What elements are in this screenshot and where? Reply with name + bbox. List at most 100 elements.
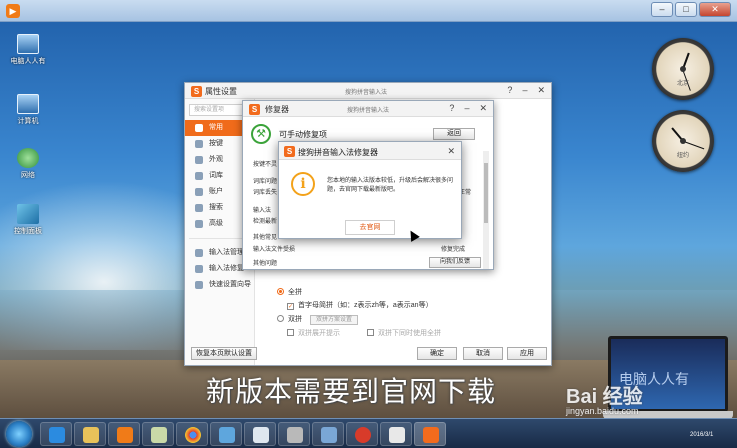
shuangpin-option[interactable]: 双拼 双拼方案设置 <box>277 314 358 325</box>
shuangpin-full-option[interactable]: 双拼下同时使用全拼 <box>367 328 441 338</box>
dialog-titlebar: S 搜狗拼音输入法修复器 ✕ <box>279 142 461 160</box>
taskbar-media[interactable] <box>108 422 140 446</box>
taskbar-app11[interactable] <box>380 422 412 446</box>
repair-row: 输入法 <box>253 208 272 214</box>
window-titlebar: ▶ – □ ✕ <box>0 0 737 22</box>
scroll-thumb[interactable] <box>484 163 488 223</box>
repair-row: 其他常见 <box>253 235 278 241</box>
desktop-icon-label: 网络 <box>21 172 35 179</box>
desktop-icon-computer[interactable]: 电脑人人有 <box>8 34 48 66</box>
taskbar-chrome[interactable] <box>176 422 208 446</box>
desktop-icon-control-panel[interactable]: 控制面板 <box>8 204 48 236</box>
full-pinyin-option[interactable]: 全拼 <box>277 287 302 297</box>
taskbar-app10[interactable] <box>346 422 378 446</box>
settings-footer: 恢复本页默认设置 确定 取消 应用 <box>189 345 549 363</box>
document-icon <box>253 427 269 443</box>
taskbar-app9[interactable] <box>312 422 344 446</box>
taskbar-date: 2016/3/1 <box>690 432 714 438</box>
maximize-button[interactable]: □ <box>675 2 697 17</box>
appearance-icon <box>195 156 203 164</box>
taskbar-app7[interactable] <box>244 422 276 446</box>
app-icon <box>321 427 337 443</box>
close-icon[interactable]: ✕ <box>479 103 487 114</box>
taskbar-ie[interactable] <box>40 422 72 446</box>
clock-gadget-2[interactable]: 纽约 <box>652 110 714 172</box>
wrench-icon: ⚒ <box>251 124 271 144</box>
minimize-button[interactable]: – <box>651 2 673 17</box>
baidu-watermark-url: jingyan.baidu.com <box>566 406 639 416</box>
full-pinyin-label: 全拼 <box>288 289 302 296</box>
video-caption: 新版本需要到官网下载 <box>206 375 497 408</box>
full-pinyin-radio[interactable] <box>277 288 284 295</box>
help-icon[interactable]: ? <box>507 85 512 96</box>
control-panel-icon <box>17 204 39 224</box>
repair-title: 修复器 <box>265 105 289 114</box>
taskbar-sogou[interactable] <box>414 422 446 446</box>
settings-search-input[interactable]: 搜索设置项 <box>189 104 250 116</box>
repair-scrollbar[interactable] <box>483 151 489 269</box>
upgrade-dialog: S 搜狗拼音输入法修复器 ✕ i 您本地的输入法版本较低，升级后会解决很多问题，… <box>278 141 462 239</box>
nav-label: 词库 <box>209 172 223 179</box>
ie-icon <box>49 427 65 443</box>
apply-button[interactable]: 应用 <box>507 347 547 360</box>
shuangpin-radio[interactable] <box>277 315 284 322</box>
initials-option[interactable]: ✓ 首字母简拼（如：z表示zh等，a表示an等） <box>287 300 433 310</box>
nav-item-wizard[interactable]: 快速设置向导 <box>185 277 254 293</box>
close-icon[interactable]: ✕ <box>447 146 455 157</box>
app-icon <box>287 427 303 443</box>
computer-icon <box>17 34 39 54</box>
back-button[interactable]: 返回 <box>433 128 475 140</box>
clock-cap <box>680 66 686 72</box>
repair-row: 检测最新 <box>253 219 278 225</box>
repair-header: 可手动修复项 <box>279 130 327 139</box>
desktop-icon-network[interactable]: 网络 <box>8 148 48 180</box>
help-icon[interactable]: ? <box>449 103 454 114</box>
close-button[interactable]: ✕ <box>699 2 731 17</box>
shuangpin-scheme-button[interactable]: 双拼方案设置 <box>309 315 358 325</box>
start-button[interactable] <box>6 421 32 447</box>
common-icon <box>195 124 203 132</box>
initials-checkbox[interactable]: ✓ <box>287 303 294 310</box>
minimize-icon[interactable]: – <box>464 103 469 114</box>
shuangpin-label: 双拼 <box>288 316 302 323</box>
feedback-button[interactable]: 向我们反馈 <box>429 257 481 268</box>
restore-defaults-button[interactable]: 恢复本页默认设置 <box>191 347 257 360</box>
shuangpin-full-label: 双拼下同时使用全拼 <box>378 330 441 337</box>
shuangpin-hint-option[interactable]: 双拼展开提示 <box>287 328 340 338</box>
wizard-icon <box>195 281 203 289</box>
cancel-button[interactable]: 取消 <box>463 347 503 360</box>
settings-window-controls: ? – ✕ <box>507 85 545 96</box>
computer-icon <box>17 94 39 114</box>
settings-app-name: 搜狗拼音输入法 <box>345 90 388 96</box>
taskbar-app4[interactable] <box>142 422 174 446</box>
folder-icon <box>83 427 99 443</box>
desktop-icon-label: 计算机 <box>17 118 39 125</box>
repair-row: 其他问题 <box>253 261 278 267</box>
clock-label: 纽约 <box>676 153 689 159</box>
repair-titlebar: S 修复器 搜狗拼音输入法 ? – ✕ <box>243 101 493 117</box>
nav-label: 高级 <box>209 220 223 227</box>
ok-button[interactable]: 确定 <box>417 347 457 360</box>
repair-row: 词库丢失 <box>253 190 278 196</box>
app-icon[interactable]: ▶ <box>6 4 20 18</box>
taskbar-app8[interactable] <box>278 422 310 446</box>
shuangpin-hint-checkbox[interactable] <box>287 329 294 336</box>
app-icon <box>355 427 371 443</box>
minimize-icon[interactable]: – <box>522 85 527 96</box>
taskbar <box>0 418 737 448</box>
desktop-icon-computer2[interactable]: 计算机 <box>8 94 48 126</box>
go-official-site-button[interactable]: 去官网 <box>345 220 395 235</box>
taskbar-explorer[interactable] <box>74 422 106 446</box>
network-icon <box>17 148 39 168</box>
manager-icon <box>195 249 203 257</box>
initials-label: 首字母简拼（如：z表示zh等，a表示an等） <box>298 302 433 309</box>
nav-label: 快速设置向导 <box>209 281 251 288</box>
repair-row-status: 修复完成 <box>441 247 466 253</box>
close-icon[interactable]: ✕ <box>537 85 545 96</box>
taskbar-app6[interactable] <box>210 422 242 446</box>
shuangpin-full-checkbox[interactable] <box>367 329 374 336</box>
app-icon <box>389 427 405 443</box>
clock-label: 北京 <box>676 81 689 87</box>
clock-gadget-1[interactable]: 北京 <box>652 38 714 100</box>
chrome-icon <box>185 427 201 443</box>
